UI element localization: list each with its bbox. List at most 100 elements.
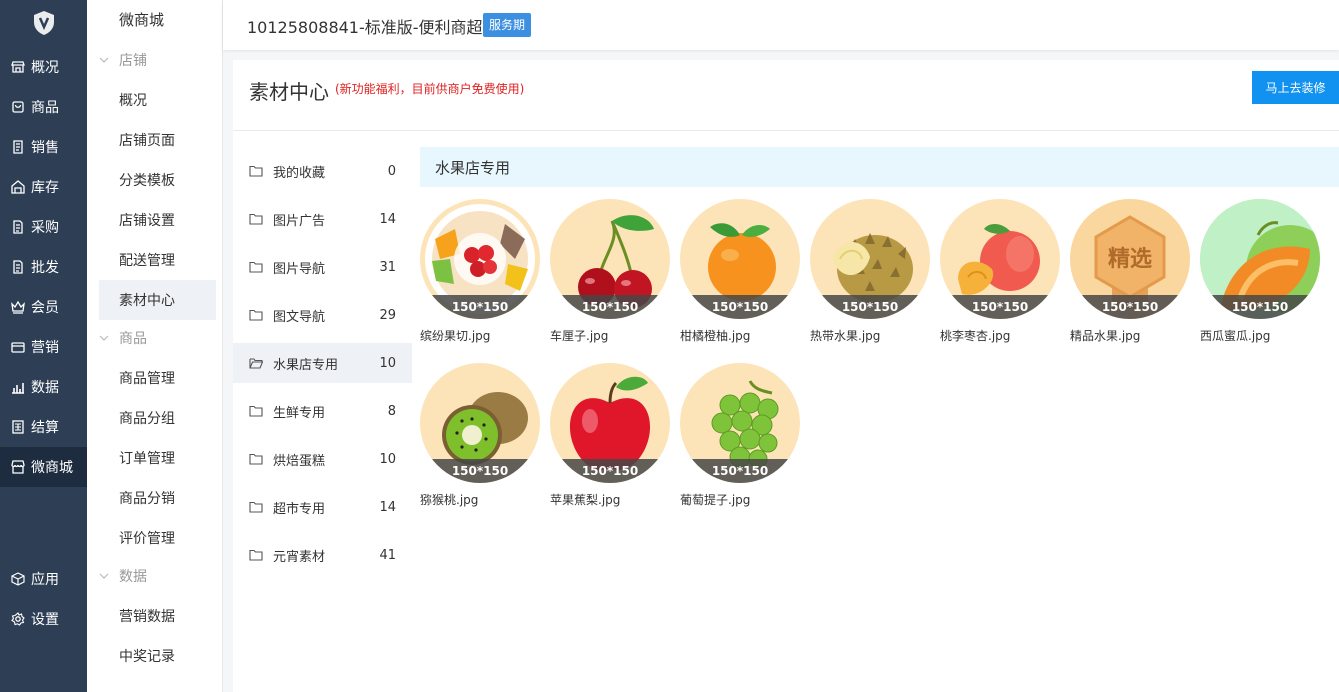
folder-icon (249, 501, 263, 513)
category-item[interactable]: 水果店专用 10 (233, 343, 412, 383)
brand-logo[interactable] (0, 0, 87, 46)
chevron-down-icon (99, 57, 109, 63)
category-item[interactable]: 图片导航 31 (233, 247, 412, 287)
crown-icon (11, 300, 25, 314)
material-tile[interactable]: 150*150 桃李枣杏.jpg (940, 199, 1060, 343)
nav-item-4[interactable]: 采购 (0, 207, 87, 247)
category-item[interactable]: 我的收藏 0 (233, 151, 412, 191)
material-tile[interactable]: 150*150 西瓜蜜瓜.jpg (1200, 199, 1320, 343)
sub-nav-title: 微商城 (119, 11, 165, 29)
sub-nav-item[interactable]: 店铺设置 (99, 200, 216, 240)
chart-icon (11, 380, 25, 394)
sub-group-header[interactable]: 商品 (99, 328, 147, 348)
page-title: 素材中心 (249, 80, 329, 104)
sub-nav-item[interactable]: 素材中心 (99, 280, 216, 320)
sub-nav-item[interactable]: 营销数据 (99, 596, 216, 636)
nav-item-label: 概况 (31, 60, 59, 76)
material-filename: 苹果蕉梨.jpg (550, 493, 621, 507)
chevron-down-icon (99, 573, 109, 579)
category-item[interactable]: 超市专用 14 (233, 487, 412, 527)
nav-item-label: 应用 (31, 572, 59, 588)
go-decorate-button[interactable]: 马上去装修 (1252, 71, 1339, 104)
material-filename: 缤纷果切.jpg (420, 329, 491, 343)
nav-item-7[interactable]: 营销 (0, 327, 87, 367)
material-thumbnail: 150*150 (550, 199, 670, 319)
category-count: 10 (379, 355, 396, 371)
nav-item-6[interactable]: 会员 (0, 287, 87, 327)
nav-item-10[interactable]: 微商城 (0, 447, 87, 487)
material-tile[interactable]: 150*150 葡萄提子.jpg (680, 363, 800, 507)
chevron-down-icon (99, 335, 109, 341)
material-thumbnail: 150*150 (810, 199, 930, 319)
promo-note: (新功能福利，目前供商户免费使用) (335, 82, 525, 96)
material-filename: 热带水果.jpg (810, 329, 881, 343)
image-size-label: 150*150 (810, 295, 930, 319)
nav-item-9[interactable]: 结算 (0, 407, 87, 447)
nav-item-label: 库存 (31, 180, 59, 196)
shield-logo-icon (33, 11, 54, 35)
gallery-heading: 水果店专用 (420, 147, 1339, 187)
category-name: 图片导航 (273, 261, 326, 277)
image-size-label: 150*150 (420, 295, 540, 319)
nav-item-0[interactable]: 概况 (0, 47, 87, 87)
ledger-icon (11, 420, 25, 434)
image-size-label: 150*150 (1200, 295, 1320, 319)
nav-item-1[interactable]: 商品 (0, 87, 87, 127)
nav-item-label: 会员 (31, 300, 59, 316)
nav-item-2[interactable]: 销售 (0, 127, 87, 167)
image-size-label: 150*150 (680, 459, 800, 483)
sub-group-header[interactable]: 店铺 (99, 50, 147, 70)
nav-bottom-item-0[interactable]: 应用 (0, 559, 87, 599)
image-size-label: 150*150 (550, 295, 670, 319)
sub-nav-item[interactable]: 店铺页面 (99, 120, 216, 160)
image-size-label: 150*150 (1070, 295, 1190, 319)
material-filename: 猕猴桃.jpg (420, 493, 479, 507)
material-tile[interactable]: 150*150 猕猴桃.jpg (420, 363, 540, 507)
category-item[interactable]: 元宵素材 41 (233, 535, 412, 575)
category-item[interactable]: 烘焙蛋糕 10 (233, 439, 412, 479)
sub-nav-item[interactable]: 概况 (99, 80, 216, 120)
nav-item-8[interactable]: 数据 (0, 367, 87, 407)
nav-item-label: 微商城 (31, 460, 73, 476)
category-count: 8 (387, 403, 396, 419)
nav-item-label: 采购 (31, 220, 59, 236)
nav-item-label: 批发 (31, 260, 59, 276)
material-tile[interactable]: 150*150 柑橘橙柚.jpg (680, 199, 800, 343)
material-tile[interactable]: 150*150 缤纷果切.jpg (420, 199, 540, 343)
document-icon (11, 220, 25, 234)
material-tile[interactable]: 150*150 热带水果.jpg (810, 199, 930, 343)
category-item[interactable]: 图文导航 29 (233, 295, 412, 335)
material-thumbnail: 150*150 (1200, 199, 1320, 319)
sub-nav-item[interactable]: 商品分销 (99, 478, 216, 518)
material-filename: 西瓜蜜瓜.jpg (1200, 329, 1271, 343)
category-name: 图片广告 (273, 213, 326, 229)
category-item[interactable]: 图片广告 14 (233, 199, 412, 239)
sub-group-header[interactable]: 数据 (99, 566, 147, 586)
material-filename: 车厘子.jpg (550, 329, 609, 343)
nav-item-3[interactable]: 库存 (0, 167, 87, 207)
badge-art-text: 精选 (1108, 246, 1152, 272)
material-thumbnail: 精选 150*150 (1070, 199, 1190, 319)
nav-item-label: 数据 (31, 380, 59, 396)
sub-nav-item[interactable]: 配送管理 (99, 240, 216, 280)
sub-nav-item[interactable]: 评价管理 (99, 518, 216, 558)
category-item[interactable]: 生鲜专用 8 (233, 391, 412, 431)
sub-nav-item[interactable]: 订单管理 (99, 438, 216, 478)
material-tile[interactable]: 150*150 车厘子.jpg (550, 199, 670, 343)
folder-icon (249, 453, 263, 465)
material-thumbnail: 150*150 (680, 199, 800, 319)
category-count: 10 (379, 451, 396, 467)
sub-nav-item[interactable]: 商品管理 (99, 358, 216, 398)
category-count: 41 (379, 547, 396, 563)
folder-icon (249, 549, 263, 561)
nav-bottom-item-1[interactable]: 设置 (0, 599, 87, 639)
nav-item-5[interactable]: 批发 (0, 247, 87, 287)
material-tile[interactable]: 150*150 苹果蕉梨.jpg (550, 363, 670, 507)
sub-nav-item[interactable]: 中奖记录 (99, 636, 216, 676)
store-icon (11, 460, 25, 474)
sub-nav-item[interactable]: 商品分组 (99, 398, 216, 438)
sub-nav-item[interactable]: 分类模板 (99, 160, 216, 200)
bag-icon (11, 100, 25, 114)
material-tile[interactable]: 精选 150*150 精品水果.jpg (1070, 199, 1190, 343)
folder-open-icon (249, 358, 263, 369)
